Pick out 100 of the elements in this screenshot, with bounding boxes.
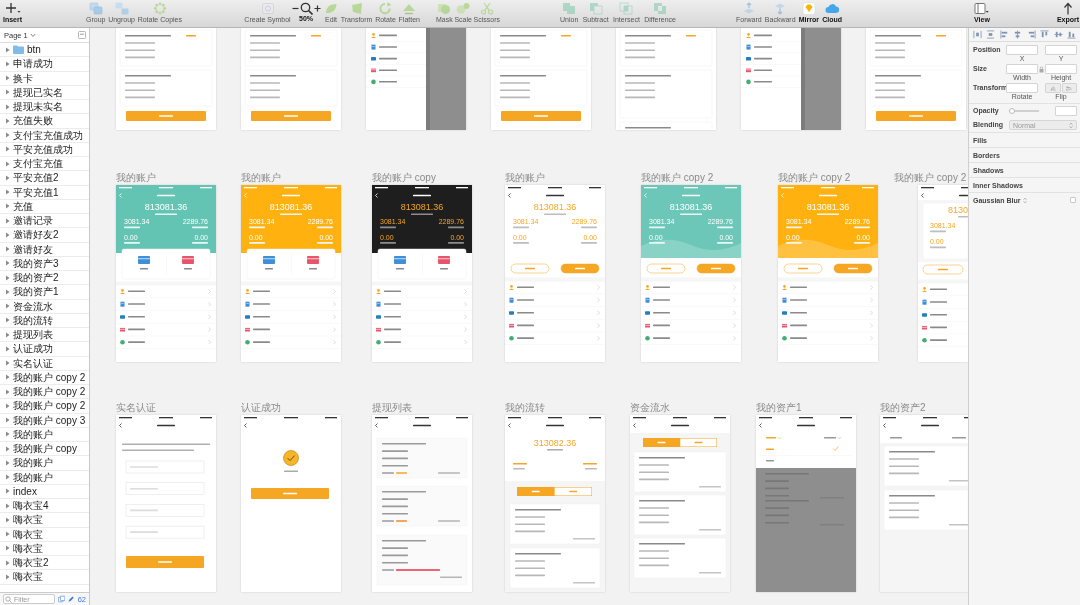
disclosure-triangle-icon[interactable]	[5, 75, 10, 82]
number-field[interactable]	[1045, 64, 1077, 74]
disclosure-triangle-icon[interactable]	[5, 231, 10, 238]
disclosure-triangle-icon[interactable]	[5, 531, 10, 538]
number-field[interactable]	[1006, 83, 1038, 93]
disclosure-triangle-icon[interactable]	[5, 117, 10, 124]
layer-row[interactable]: 我的资产2	[0, 271, 89, 286]
layer-row[interactable]: 嗨衣宝	[0, 570, 89, 585]
disclosure-triangle-icon[interactable]	[5, 46, 10, 53]
disclosure-triangle-icon[interactable]	[5, 288, 10, 295]
disclosure-triangle-icon[interactable]	[5, 502, 10, 509]
disclosure-triangle-icon[interactable]	[5, 374, 10, 381]
layer-row[interactable]: 我的账户	[0, 427, 89, 442]
checkbox[interactable]	[1070, 197, 1076, 203]
layer-row[interactable]: 我的流转	[0, 313, 89, 328]
plus-icon[interactable]	[313, 3, 321, 14]
layer-row[interactable]: 邀请好友2	[0, 228, 89, 243]
disclosure-triangle-icon[interactable]	[5, 459, 10, 466]
align-center-icon[interactable]	[1013, 30, 1023, 39]
layer-row[interactable]: 邀请记录	[0, 214, 89, 229]
disclosure-triangle-icon[interactable]	[5, 516, 10, 523]
disclosure-triangle-icon[interactable]	[5, 217, 10, 224]
align-right-icon[interactable]	[1026, 30, 1036, 39]
layer-row[interactable]: 提现列表	[0, 328, 89, 343]
disclosure-triangle-icon[interactable]	[5, 559, 10, 566]
number-field[interactable]	[1006, 45, 1038, 55]
disclosure-triangle-icon[interactable]	[5, 274, 10, 281]
layer-row[interactable]: 嗨衣宝	[0, 513, 89, 528]
layer-row[interactable]: 我的账户 copy 3	[0, 413, 89, 428]
layer-row[interactable]: 我的账户	[0, 456, 89, 471]
layer-row[interactable]: 嗨衣宝	[0, 541, 89, 556]
padlock-icon[interactable]	[1039, 66, 1044, 73]
layer-row[interactable]: 我的账户	[0, 470, 89, 485]
layer-row[interactable]: 提现已实名	[0, 85, 89, 100]
disclosure-triangle-icon[interactable]	[5, 60, 10, 67]
search-icon[interactable]	[299, 2, 313, 15]
layer-row[interactable]: 我的账户 copy	[0, 442, 89, 457]
disclosure-triangle-icon[interactable]	[5, 573, 10, 580]
disclosure-triangle-icon[interactable]	[5, 545, 10, 552]
opacity-slider[interactable]	[1009, 108, 1039, 114]
align-middle-icon[interactable]	[1053, 30, 1063, 39]
disclosure-triangle-icon[interactable]	[5, 360, 10, 367]
layer-row[interactable]: index	[0, 484, 89, 499]
layer-row[interactable]: 充值失败	[0, 114, 89, 129]
layer-row[interactable]: 平安充值成功	[0, 142, 89, 157]
panel-toggle-icon[interactable]	[78, 31, 86, 39]
back-chevron-icon	[781, 193, 784, 198]
disclosure-triangle-icon[interactable]	[5, 89, 10, 96]
layer-row[interactable]: 我的账户 copy 2	[0, 370, 89, 385]
disclosure-triangle-icon[interactable]	[5, 160, 10, 167]
align-left-icon[interactable]	[999, 30, 1009, 39]
layer-row[interactable]: 申请成功	[0, 57, 89, 72]
layer-row[interactable]: 我的账户 copy 2	[0, 399, 89, 414]
layer-row[interactable]: 我的资产1	[0, 285, 89, 300]
disclosure-triangle-icon[interactable]	[5, 474, 10, 481]
layer-row[interactable]: 我的账户 copy 2	[0, 385, 89, 400]
layer-row[interactable]: 我的资产3	[0, 256, 89, 271]
disclosure-triangle-icon[interactable]	[5, 303, 10, 310]
align-top-icon[interactable]	[1040, 30, 1050, 39]
layer-row[interactable]: 支付宝充值	[0, 157, 89, 172]
slider-thumb[interactable]	[1009, 108, 1015, 114]
disclosure-triangle-icon[interactable]	[5, 189, 10, 196]
disclosure-triangle-icon[interactable]	[5, 203, 10, 210]
disclosure-triangle-icon[interactable]	[5, 431, 10, 438]
distribute-horizontal-icon[interactable]	[973, 30, 982, 39]
layer-row[interactable]: 实名认证	[0, 356, 89, 371]
distribute-vertical-icon[interactable]	[986, 30, 996, 39]
layer-row[interactable]: 支付宝充值成功	[0, 128, 89, 143]
layer-row[interactable]: 认证成功	[0, 342, 89, 357]
layer-row[interactable]: 嗨衣宝	[0, 527, 89, 542]
layer-row[interactable]: 充值	[0, 199, 89, 214]
disclosure-triangle-icon[interactable]	[5, 103, 10, 110]
layer-row[interactable]: 资金流水	[0, 299, 89, 314]
disclosure-triangle-icon[interactable]	[5, 402, 10, 409]
layer-row[interactable]: btn	[0, 43, 89, 58]
disclosure-triangle-icon[interactable]	[5, 331, 10, 338]
number-field[interactable]	[1045, 45, 1077, 55]
layer-row[interactable]: 邀请好友	[0, 242, 89, 257]
disclosure-triangle-icon[interactable]	[5, 417, 10, 424]
disclosure-triangle-icon[interactable]	[5, 445, 10, 452]
layer-row[interactable]: 嗨衣宝2	[0, 556, 89, 571]
disclosure-triangle-icon[interactable]	[5, 132, 10, 139]
number-field[interactable]	[1006, 64, 1038, 74]
disclosure-triangle-icon[interactable]	[5, 488, 10, 495]
number-field[interactable]	[1055, 106, 1077, 116]
disclosure-triangle-icon[interactable]	[5, 345, 10, 352]
layer-row[interactable]: 平安充值2	[0, 171, 89, 186]
disclosure-triangle-icon[interactable]	[5, 388, 10, 395]
disclosure-triangle-icon[interactable]	[5, 246, 10, 253]
layer-row[interactable]: 平安充值1	[0, 185, 89, 200]
layer-row[interactable]: 提现未实名	[0, 100, 89, 115]
align-bottom-icon[interactable]	[1066, 30, 1076, 39]
disclosure-triangle-icon[interactable]	[5, 317, 10, 324]
pages-icon[interactable]	[58, 595, 66, 603]
layer-row[interactable]: 嗨衣宝4	[0, 499, 89, 514]
layer-row[interactable]: 换卡	[0, 71, 89, 86]
disclosure-triangle-icon[interactable]	[5, 260, 10, 267]
disclosure-triangle-icon[interactable]	[5, 174, 10, 181]
pencil-icon[interactable]	[68, 595, 75, 603]
disclosure-triangle-icon[interactable]	[5, 146, 10, 153]
